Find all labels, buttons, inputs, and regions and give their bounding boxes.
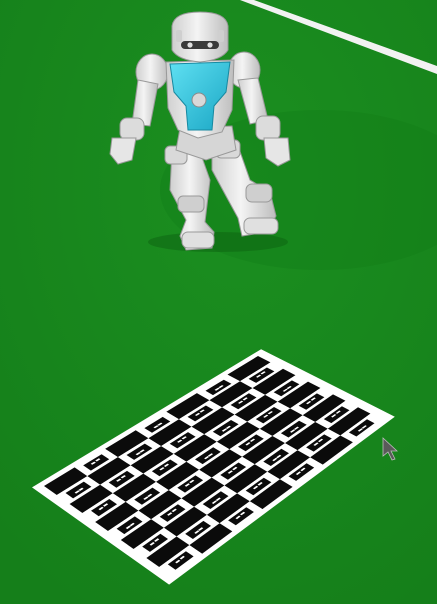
robot-shadow [148, 232, 288, 252]
simulation-viewport[interactable] [0, 0, 437, 604]
robot-eyes [181, 41, 219, 49]
robot-chest-button[interactable] [191, 92, 207, 108]
robot-head [171, 11, 229, 63]
scene-3d[interactable] [0, 0, 437, 604]
